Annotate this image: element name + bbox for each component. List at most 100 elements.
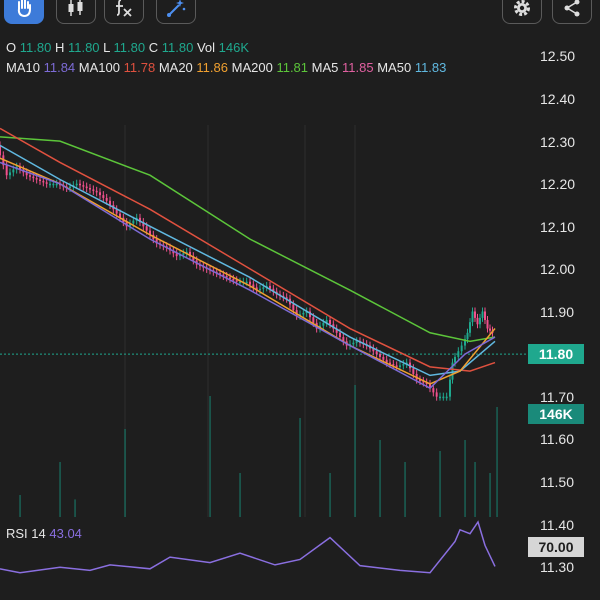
candle-body: [395, 365, 398, 367]
candle-body: [292, 304, 295, 311]
candle-body: [375, 351, 378, 355]
open-label: O: [6, 40, 17, 55]
candle-body: [312, 317, 315, 323]
ma50-line: [0, 144, 496, 377]
volume-bar: [74, 499, 76, 517]
ma100-line: [0, 127, 496, 372]
candle-body: [69, 186, 71, 189]
candle-body: [9, 172, 11, 176]
ma200-value: 11.81: [276, 60, 309, 75]
candle-body: [35, 178, 38, 180]
candle-body: [339, 332, 341, 338]
ma5-label: MA5: [311, 60, 339, 75]
volume-bar: [329, 473, 331, 517]
volume-bar: [474, 462, 476, 517]
candle-body: [262, 287, 265, 289]
high-value: 11.80: [67, 40, 100, 55]
price-tick: 12.50: [540, 48, 576, 64]
candle-body: [39, 179, 41, 181]
price-tick: 12.10: [540, 219, 576, 235]
candle-body: [439, 396, 441, 399]
candle-body: [95, 190, 98, 193]
ma50-value: 11.83: [414, 60, 447, 75]
candle-body: [489, 328, 491, 331]
candle-body: [466, 332, 469, 340]
candle-body: [55, 183, 58, 186]
close-value: 11.80: [161, 40, 194, 55]
candle-body: [474, 311, 476, 318]
candle-body: [259, 288, 261, 291]
candle-body: [449, 379, 451, 397]
price-tick: 11.60: [540, 431, 574, 447]
candle-body: [484, 311, 486, 321]
candle-body: [379, 354, 381, 357]
candle-body: [476, 317, 479, 325]
candle-body: [329, 320, 331, 325]
rsi-value: 43.04: [49, 526, 82, 541]
hand-tool-button[interactable]: [4, 0, 44, 24]
candle-body: [12, 169, 15, 173]
rsi-level-badge: 70.00: [528, 537, 584, 557]
volume-bar: [124, 429, 126, 517]
volume-bar: [404, 462, 406, 517]
candle-body: [460, 345, 463, 352]
price-tick: 11.90: [540, 304, 574, 320]
rsi-legend: RSI 14 43.04: [6, 526, 82, 541]
gear-icon: [514, 0, 530, 16]
ma5-value: 11.85: [342, 60, 374, 75]
candle-body: [102, 195, 105, 198]
volume-bar: [496, 407, 498, 517]
price-axis[interactable]: 12.50 12.40 12.30 12.20 12.10 12.00 11.9…: [540, 0, 600, 600]
candle-body: [132, 220, 135, 224]
candle-body: [382, 356, 385, 360]
price-tick: 11.50: [540, 474, 574, 490]
candle-body: [435, 392, 438, 397]
candle-body: [182, 253, 185, 255]
settings-button[interactable]: [502, 0, 542, 24]
candle-body: [469, 322, 471, 333]
indicators-button[interactable]: [104, 0, 144, 24]
candle-body: [145, 226, 148, 231]
ma100-label: MA100: [78, 60, 120, 75]
candle-body: [49, 183, 51, 186]
open-value: 11.80: [19, 40, 52, 55]
high-label: H: [54, 40, 65, 55]
candle-body: [442, 396, 445, 399]
current-price-badge: 11.80: [528, 344, 584, 364]
volume-bar: [439, 451, 441, 517]
candle-body: [89, 188, 91, 190]
volume-label: Vol: [196, 40, 216, 55]
ohlc-legend: O 11.80 H 11.80 L 11.80 C 11.80 Vol 146K: [6, 40, 249, 55]
candlestick-icon: [68, 0, 83, 16]
candle-body: [79, 183, 81, 186]
candle-body: [52, 183, 55, 186]
price-tick: 11.40: [540, 517, 574, 533]
ma20-value: 11.86: [196, 60, 228, 75]
volume-bar: [59, 462, 61, 517]
volume-bar: [489, 473, 491, 517]
candle-body: [471, 311, 474, 323]
moving-average-legend: MA10 11.84 MA100 11.78 MA20 11.86 MA200 …: [6, 60, 446, 75]
low-label: L: [103, 40, 110, 55]
candle-body: [245, 281, 248, 284]
price-tick: 12.00: [540, 261, 576, 277]
price-tick: 12.40: [540, 91, 576, 107]
ma100-value: 11.78: [123, 60, 156, 75]
candlestick-type-button[interactable]: [56, 0, 96, 24]
low-value: 11.80: [113, 40, 146, 55]
chart-toolbar: [0, 0, 600, 26]
volume-bar: [209, 396, 211, 517]
candle-body: [99, 192, 101, 196]
candle-body: [479, 317, 481, 325]
candle-body: [481, 311, 484, 318]
price-tick: 11.30: [540, 559, 574, 575]
drawing-tools-button[interactable]: [156, 0, 196, 24]
candle-body: [432, 388, 435, 393]
volume-bar: [239, 473, 241, 517]
candle-body: [32, 176, 35, 179]
candle-body: [0, 145, 1, 156]
price-chart[interactable]: [0, 0, 600, 600]
volume-bar: [379, 440, 381, 517]
price-tick: 12.30: [540, 134, 576, 150]
ma10-value: 11.84: [43, 60, 76, 75]
